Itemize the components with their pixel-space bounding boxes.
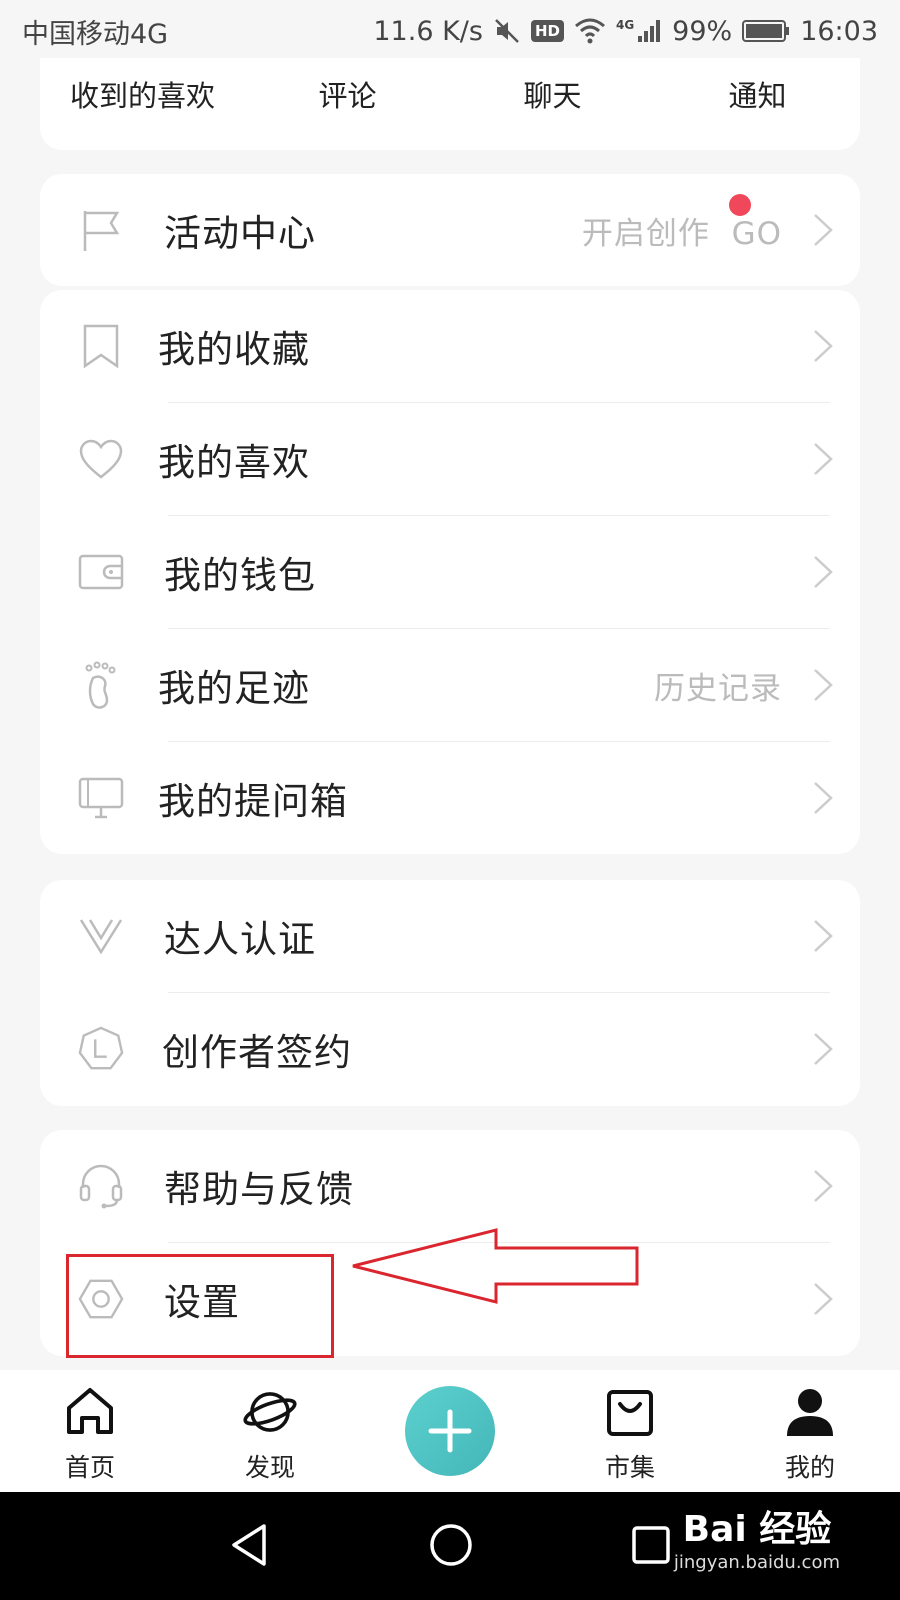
system-navigation-bar: Bai 经验 jingyan.baidu.com — [0, 1492, 900, 1600]
question-box-icon — [78, 775, 124, 821]
nav-me-label: 我的 — [784, 1453, 835, 1482]
tab-received-likes[interactable]: 收到的喜欢 — [40, 73, 245, 115]
nav-me[interactable]: 我的 — [760, 1384, 860, 1484]
clock: 16:03 — [800, 15, 878, 47]
my-footprint-label: 我的足迹 — [158, 667, 310, 710]
my-favorites-row[interactable]: 我的收藏 — [40, 290, 860, 402]
tab-chat[interactable]: 聊天 — [450, 73, 655, 115]
user-icon — [782, 1384, 838, 1440]
chevron-right-icon — [814, 330, 833, 362]
chevron-right-icon — [814, 920, 833, 952]
contract-icon — [78, 1026, 124, 1072]
my-wallet-label: 我的钱包 — [164, 554, 316, 597]
nav-discover-label: 发现 — [244, 1453, 295, 1482]
nav-market-label: 市集 — [604, 1453, 655, 1482]
nav-discover[interactable]: 发现 — [220, 1384, 320, 1484]
chevron-right-icon — [814, 556, 833, 588]
wallet-icon — [78, 549, 124, 595]
wifi-icon — [574, 18, 606, 44]
carrier-label: 中国移动4G — [22, 18, 169, 50]
creator-contract-row[interactable]: 创作者签约 — [40, 993, 860, 1105]
battery-icon — [742, 19, 790, 43]
mute-icon — [493, 17, 521, 45]
bookmark-icon — [78, 323, 124, 369]
chevron-right-icon — [814, 214, 833, 246]
my-likes-label: 我的喜欢 — [158, 441, 310, 484]
bottom-navigation: 首页 发现 市集 我的 — [0, 1370, 900, 1492]
new-activity-dot — [729, 194, 751, 216]
back-triangle-icon[interactable] — [228, 1522, 270, 1568]
battery-percent: 99% — [672, 15, 733, 47]
annotation-highlight-box — [66, 1254, 334, 1358]
history-label: 历史记录 — [654, 670, 782, 707]
annotation-arrow-icon — [352, 1228, 639, 1304]
network-speed: 11.6 K/s — [373, 15, 483, 47]
chevron-right-icon — [814, 1283, 833, 1315]
nav-market[interactable]: 市集 — [580, 1384, 680, 1484]
my-likes-row[interactable]: 我的喜欢 — [40, 403, 860, 515]
nav-home[interactable]: 首页 — [40, 1384, 140, 1484]
expert-verification-label: 达人认证 — [164, 918, 316, 961]
my-question-box-row[interactable]: 我的提问箱 — [40, 742, 860, 854]
shopping-bag-icon — [602, 1384, 658, 1440]
headset-icon — [78, 1163, 124, 1209]
hd-icon: HD — [530, 20, 564, 42]
activity-card: 活动中心 开启创作 GO — [40, 174, 860, 286]
activity-center-row[interactable]: 活动中心 开启创作 GO — [40, 174, 860, 286]
nav-home-label: 首页 — [64, 1453, 115, 1482]
chevron-right-icon — [814, 1033, 833, 1065]
activity-center-label: 活动中心 — [164, 212, 316, 255]
signal-icon: 4G — [616, 18, 662, 44]
messages-card: 收到的喜欢 评论 聊天 通知 — [40, 58, 860, 150]
my-footprint-row[interactable]: 我的足迹 历史记录 — [40, 629, 860, 741]
recent-apps-square-icon[interactable] — [630, 1522, 672, 1568]
my-question-box-label: 我的提问箱 — [158, 780, 348, 823]
planet-icon — [242, 1384, 298, 1440]
personal-menu-card: 我的收藏 我的喜欢 我的钱包 我的足迹 历史记录 我的提问箱 — [40, 290, 860, 854]
flag-icon — [78, 207, 124, 253]
chevron-right-icon — [814, 443, 833, 475]
my-wallet-row[interactable]: 我的钱包 — [40, 516, 860, 628]
heart-icon — [78, 436, 124, 482]
expert-verification-row[interactable]: 达人认证 — [40, 880, 860, 992]
plus-icon — [428, 1409, 472, 1453]
home-circle-icon[interactable] — [428, 1522, 474, 1568]
footprint-icon — [78, 661, 124, 709]
creator-card: 达人认证 创作者签约 — [40, 880, 860, 1106]
status-bar: 中国移动4G 11.6 K/s HD 4G 99% 16:03 — [0, 0, 900, 62]
home-icon — [62, 1384, 118, 1440]
chevron-right-icon — [814, 782, 833, 814]
message-tabs: 收到的喜欢 评论 聊天 通知 — [40, 58, 860, 130]
activity-center-sub: 开启创作 GO — [581, 215, 782, 252]
v-badge-icon — [78, 913, 124, 959]
my-favorites-label: 我的收藏 — [158, 328, 310, 371]
tab-comments[interactable]: 评论 — [245, 73, 450, 115]
tab-notifications[interactable]: 通知 — [655, 73, 860, 115]
chevron-right-icon — [814, 1170, 833, 1202]
creator-contract-label: 创作者签约 — [162, 1031, 352, 1074]
chevron-right-icon — [814, 669, 833, 701]
help-feedback-label: 帮助与反馈 — [164, 1168, 354, 1211]
create-post-button[interactable] — [405, 1386, 495, 1476]
baidu-jingyan-watermark: Bai 经验 jingyan.baidu.com — [673, 1509, 840, 1573]
